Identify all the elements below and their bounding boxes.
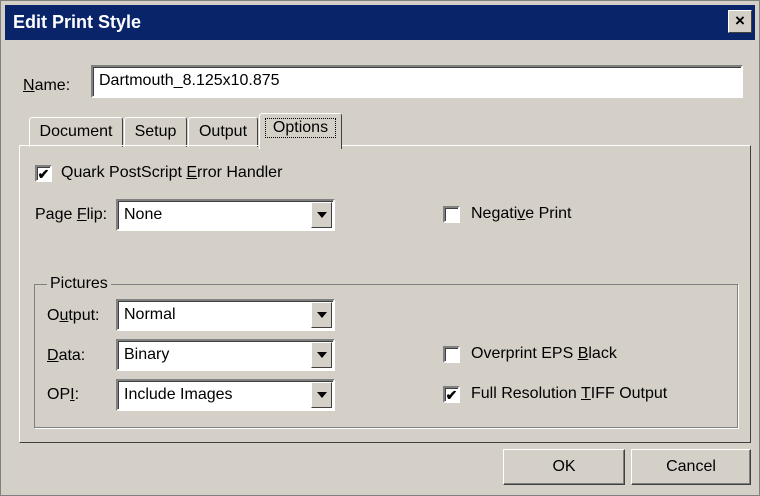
- tab-setup-label: Setup: [134, 123, 177, 140]
- overprint-eps-black-label: Overprint EPS Black: [471, 345, 617, 362]
- pictures-output-value: Normal: [124, 306, 176, 323]
- ok-button[interactable]: OK: [503, 449, 625, 485]
- chevron-down-icon[interactable]: [311, 202, 332, 228]
- pictures-opi-value: Include Images: [124, 386, 233, 403]
- tab-options-label: Options: [265, 118, 336, 138]
- pictures-opi-select[interactable]: Include Images: [116, 379, 335, 411]
- tab-output-label: Output: [198, 123, 248, 140]
- tab-document[interactable]: Document: [29, 117, 123, 147]
- pictures-data-value: Binary: [124, 346, 170, 363]
- pictures-group-label: Pictures: [47, 275, 111, 293]
- title-bar: Edit Print Style ×: [5, 5, 755, 40]
- edit-print-style-dialog: Edit Print Style × Name: Dartmouth_8.125…: [0, 0, 760, 496]
- tab-setup[interactable]: Setup: [124, 117, 187, 147]
- chevron-down-icon[interactable]: [311, 302, 332, 328]
- close-icon[interactable]: ×: [728, 10, 752, 33]
- chevron-down-icon[interactable]: [311, 382, 332, 408]
- pictures-opi-label: OPI:: [47, 386, 80, 403]
- cancel-button[interactable]: Cancel: [631, 449, 751, 485]
- page-flip-label: Page Flip:: [35, 206, 108, 223]
- full-resolution-tiff-label: Full Resolution TIFF Output: [471, 385, 668, 402]
- name-input[interactable]: Dartmouth_8.125x10.875: [91, 65, 743, 98]
- negative-print-label: Negative Print: [471, 205, 572, 222]
- tab-options[interactable]: Options: [259, 113, 342, 149]
- error-handler-checkbox[interactable]: ✔: [35, 165, 52, 182]
- negative-print-checkbox[interactable]: [443, 206, 460, 223]
- error-handler-label: Quark PostScript Error Handler: [61, 164, 283, 181]
- tab-output[interactable]: Output: [188, 117, 258, 147]
- pictures-output-select[interactable]: Normal: [116, 299, 335, 331]
- name-label: Name:: [23, 77, 71, 94]
- pictures-output-label: Output:: [47, 307, 100, 324]
- full-resolution-tiff-checkbox[interactable]: ✔: [443, 386, 460, 403]
- overprint-eps-black-checkbox[interactable]: [443, 346, 460, 363]
- tab-document-label: Document: [39, 123, 113, 140]
- window-title: Edit Print Style: [13, 12, 142, 32]
- name-value: Dartmouth_8.125x10.875: [99, 72, 280, 89]
- pictures-data-label: Data:: [47, 347, 86, 364]
- pictures-data-select[interactable]: Binary: [116, 339, 335, 371]
- chevron-down-icon[interactable]: [311, 342, 332, 368]
- page-flip-select[interactable]: None: [116, 199, 335, 231]
- page-flip-value: None: [124, 206, 163, 223]
